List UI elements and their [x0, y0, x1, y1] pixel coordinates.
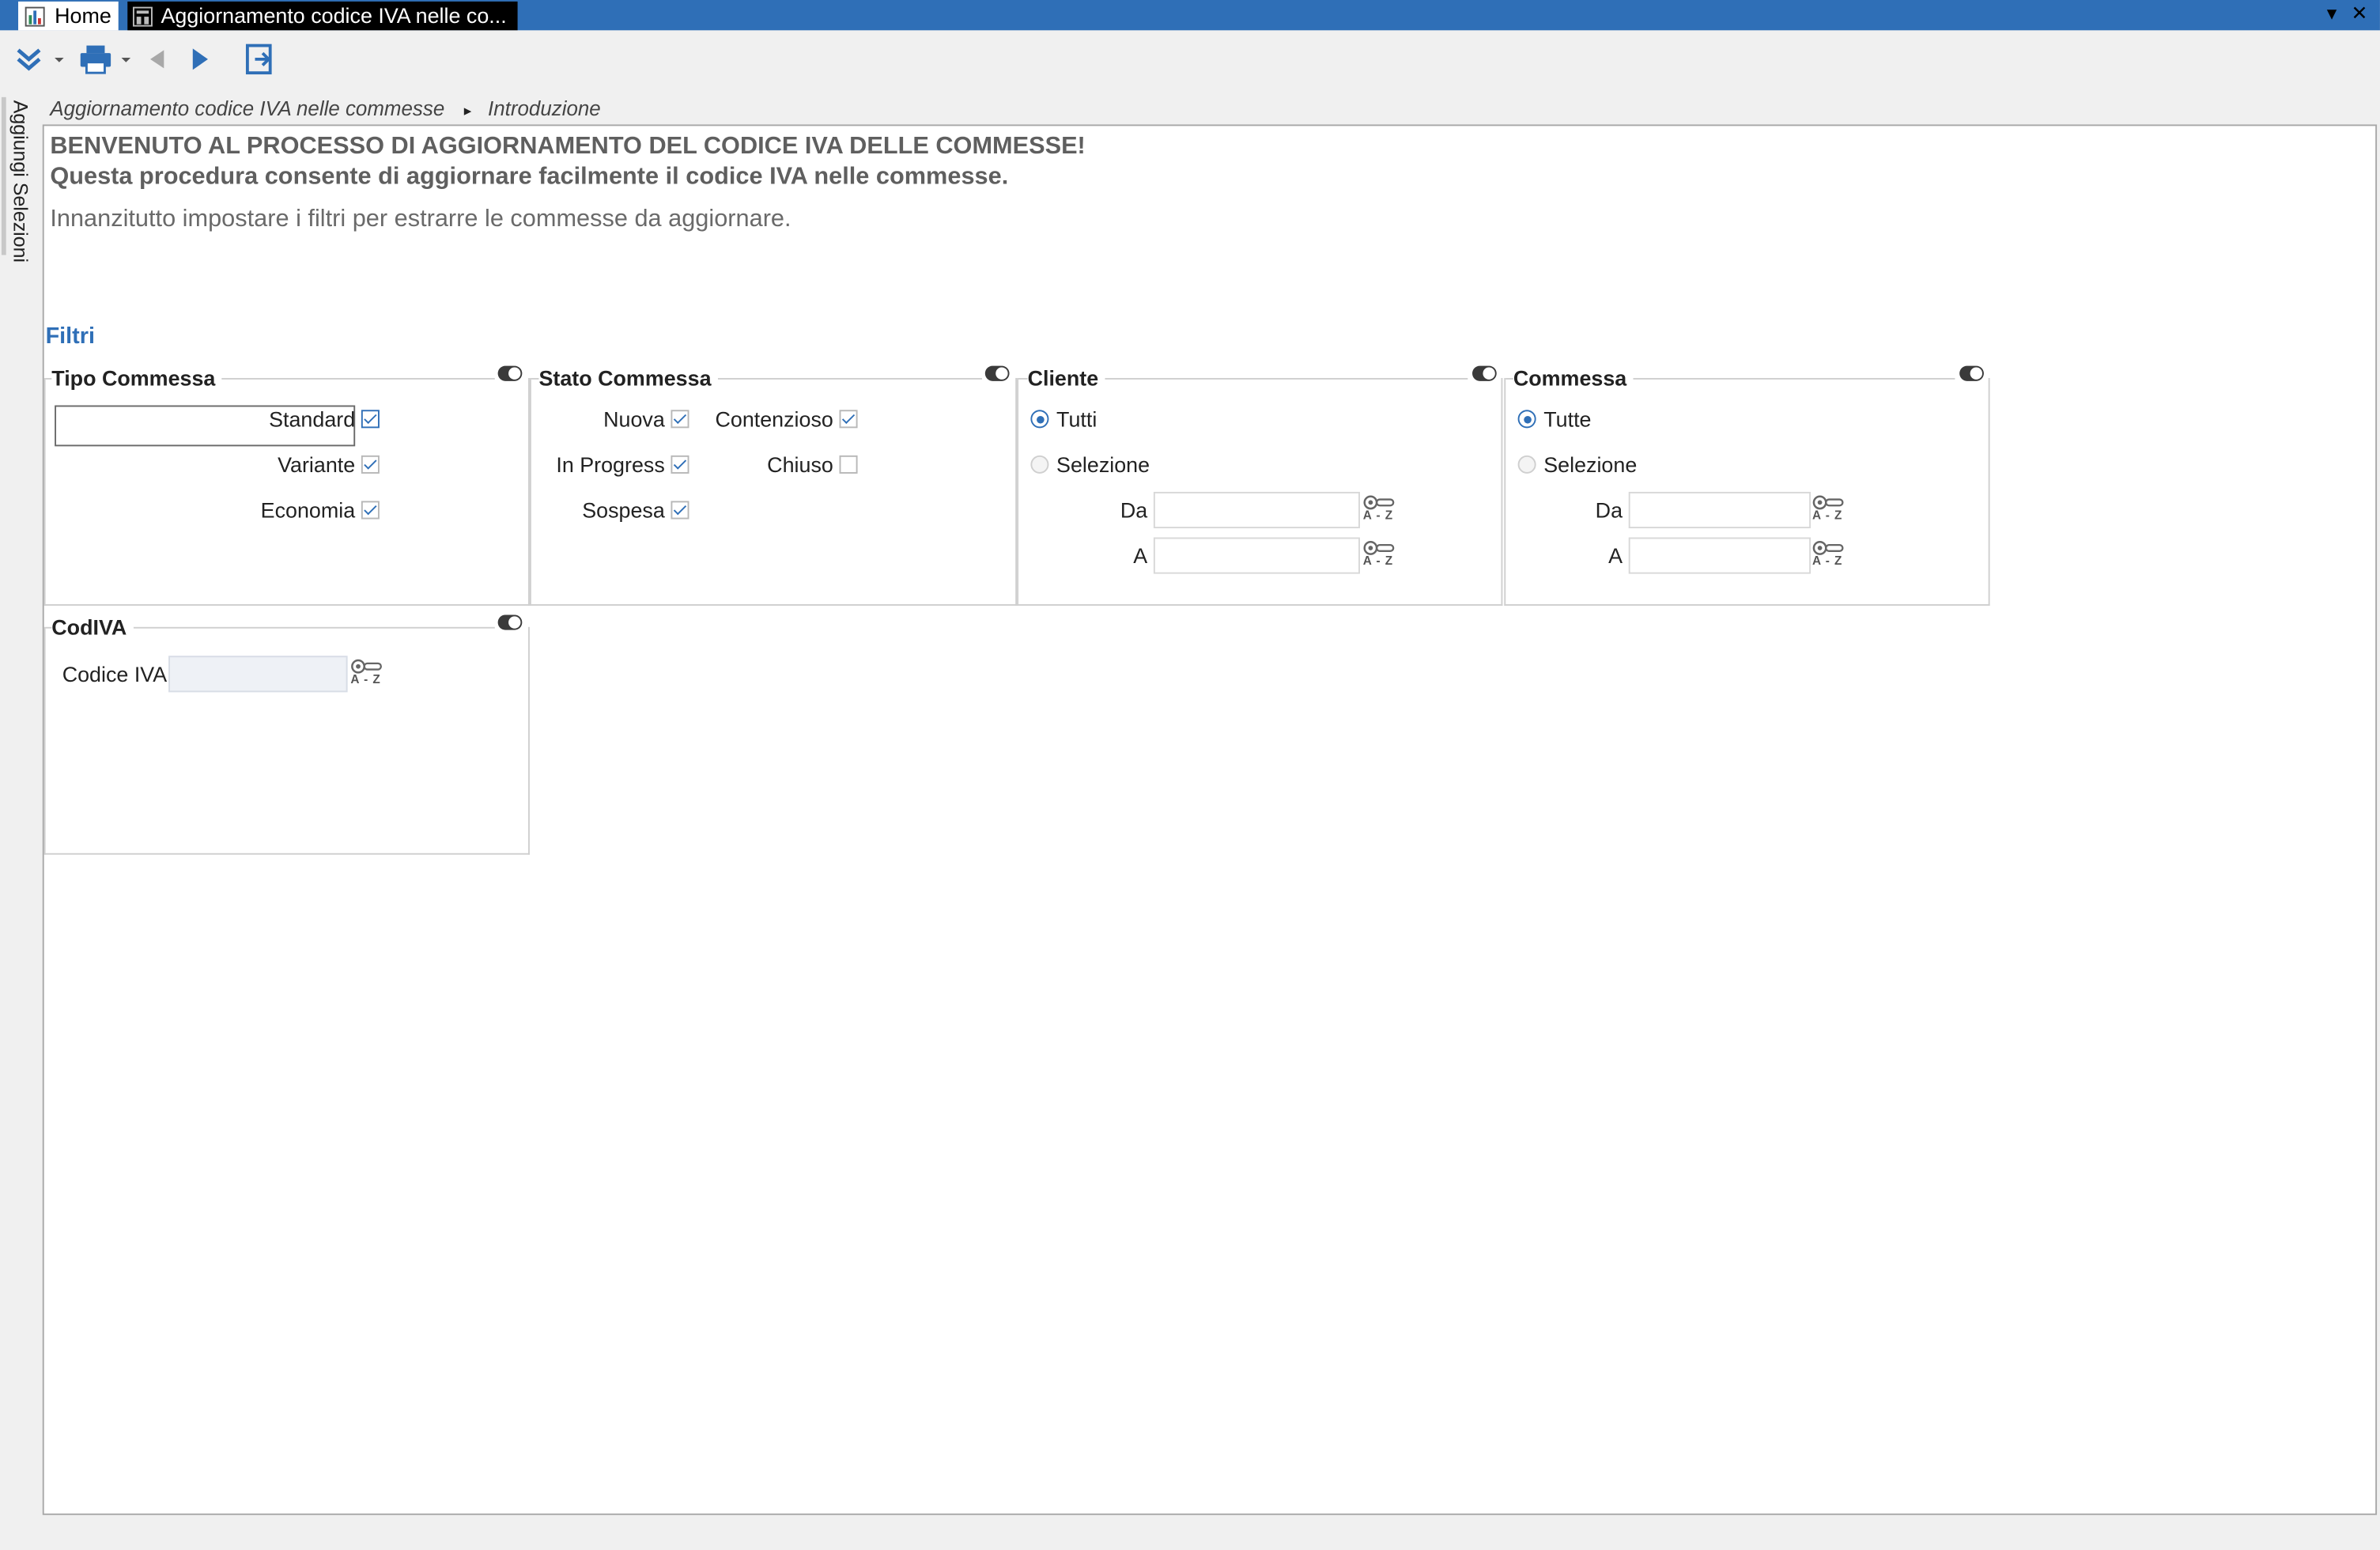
side-panel-marker — [1, 96, 6, 255]
cliente-from-label: Da — [1120, 497, 1148, 523]
exit-button[interactable] — [243, 43, 276, 76]
cliente-from-input[interactable] — [1154, 493, 1359, 527]
intro-text: Innanzitutto impostare i filtri per estr… — [50, 206, 791, 232]
breadcrumb-separator-icon: ▸ — [463, 103, 472, 120]
print-button[interactable] — [79, 43, 134, 76]
group-title-stato-commessa: Stato Commessa — [538, 365, 718, 391]
cliente-from-field[interactable] — [1153, 491, 1360, 529]
option-label-sospesa: Sospesa — [582, 497, 665, 523]
key-lookup-icon[interactable]: A - Z — [1363, 538, 1396, 571]
breadcrumb-current: Introduzione — [488, 96, 601, 120]
radio-label-tutti: Tutti — [1056, 406, 1097, 432]
checkbox-variante[interactable] — [361, 455, 380, 474]
codice-iva-field[interactable] — [168, 656, 348, 693]
checkbox-economia[interactable] — [361, 501, 380, 520]
window-menu-dropdown[interactable]: ▾ — [2327, 2, 2337, 26]
toggle-commessa[interactable] — [1959, 365, 1984, 381]
option-label-contenzioso: Contenzioso — [715, 406, 833, 432]
welcome-heading: BENVENUTO AL PROCESSO DI AGGIORNAMENTO D… — [50, 133, 1086, 160]
double-chevron-down-icon — [17, 48, 64, 71]
arrow-left-icon — [150, 50, 164, 69]
breadcrumb-root[interactable]: Aggiornamento codice IVA nelle commesse — [50, 97, 444, 120]
toggle-stato-commessa[interactable] — [984, 365, 1010, 381]
filters-heading: Filtri — [45, 323, 95, 350]
option-label-in-progress: In Progress — [556, 452, 665, 477]
arrow-right-icon — [192, 48, 208, 70]
lookup-az-label: A - Z — [1362, 508, 1394, 523]
tab-aggiornamento-label: Aggiornamento codice IVA nelle co... — [161, 2, 507, 28]
tab-home-label: Home — [55, 2, 111, 28]
radio-commessa-tutte[interactable] — [1517, 410, 1536, 429]
toggle-codiva[interactable] — [497, 614, 523, 630]
toggle-tipo-commessa[interactable] — [497, 365, 523, 381]
toolbar — [0, 30, 2380, 92]
checkbox-contenzioso[interactable] — [839, 410, 858, 429]
expand-button[interactable] — [12, 43, 66, 76]
printer-icon — [80, 45, 131, 74]
codice-iva-label: Codice IVA — [62, 661, 168, 686]
radio-commessa-selezione[interactable] — [1517, 455, 1536, 474]
radio-cliente-selezione[interactable] — [1030, 455, 1049, 474]
cliente-to-input[interactable] — [1154, 539, 1359, 573]
key-lookup-icon[interactable]: A - Z — [1812, 492, 1845, 525]
home-app-icon — [25, 6, 46, 28]
radio-label-tutte: Tutte — [1543, 406, 1592, 432]
key-lookup-icon[interactable]: A - Z — [1812, 538, 1845, 571]
breadcrumb: Aggiornamento codice IVA nelle commesse … — [50, 97, 600, 120]
commessa-from-label: Da — [1595, 497, 1623, 523]
key-lookup-icon[interactable]: A - Z — [1363, 492, 1396, 525]
checkbox-nuova[interactable] — [671, 410, 689, 429]
group-title-codiva: CodIVA — [51, 614, 133, 640]
commessa-to-label: A — [1608, 543, 1623, 568]
key-lookup-icon[interactable]: A - Z — [350, 656, 383, 689]
side-panel — [0, 91, 43, 1518]
commessa-to-input[interactable] — [1630, 539, 1810, 573]
radio-label-selezione: Selezione — [1056, 452, 1150, 477]
lookup-az-label: A - Z — [1362, 554, 1394, 568]
option-label-standard: Standard — [269, 406, 356, 432]
lookup-az-label: A - Z — [1812, 508, 1843, 523]
checkbox-standard[interactable] — [361, 410, 380, 429]
cliente-to-label: A — [1133, 543, 1148, 568]
tab-home[interactable]: Home — [18, 1, 119, 31]
group-title-tipo-commessa: Tipo Commessa — [51, 365, 222, 391]
checkbox-in-progress[interactable] — [671, 455, 689, 474]
checkbox-chiuso[interactable] — [839, 455, 858, 474]
lookup-az-label: A - Z — [1812, 554, 1843, 568]
window-close-button[interactable]: ✕ — [2351, 2, 2367, 26]
option-label-chiuso: Chiuso — [767, 452, 833, 477]
commessa-from-field[interactable] — [1628, 491, 1811, 529]
checkbox-sospesa[interactable] — [671, 501, 689, 520]
group-title-commessa: Commessa — [1513, 365, 1633, 391]
cliente-to-field[interactable] — [1153, 537, 1360, 574]
tab-aggiornamento[interactable]: Aggiornamento codice IVA nelle co... — [127, 1, 518, 31]
group-title-cliente: Cliente — [1027, 365, 1105, 391]
exit-icon — [245, 43, 272, 75]
option-label-economia: Economia — [260, 497, 356, 523]
option-label-nuova: Nuova — [603, 406, 665, 432]
forward-button[interactable] — [188, 43, 213, 76]
add-selections-tab[interactable]: Aggiungi Selezioni — [9, 100, 32, 263]
commessa-from-input[interactable] — [1630, 493, 1810, 527]
procedure-description: Questa procedura consente di aggiornare … — [50, 164, 1009, 190]
radio-cliente-tutti[interactable] — [1030, 410, 1049, 429]
back-button[interactable] — [145, 43, 170, 76]
commessa-to-field[interactable] — [1628, 537, 1811, 574]
radio-label-selezione: Selezione — [1543, 452, 1638, 477]
codice-iva-input[interactable] — [169, 657, 346, 691]
toggle-cliente[interactable] — [1472, 365, 1497, 381]
lookup-az-label: A - Z — [350, 672, 381, 686]
window-form-icon — [132, 6, 153, 28]
option-label-variante: Variante — [278, 452, 356, 477]
